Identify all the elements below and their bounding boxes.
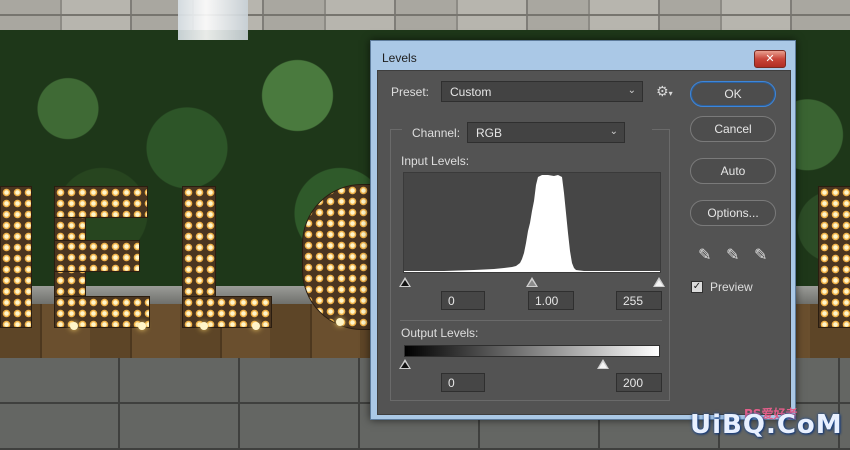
dialog-titlebar[interactable]: Levels ✕ — [371, 41, 795, 69]
auto-button[interactable]: Auto — [690, 158, 776, 184]
options-button[interactable]: Options... — [690, 200, 776, 226]
histogram-bars — [404, 175, 660, 272]
fountain-water — [178, 0, 248, 40]
channel-label: Channel: — [412, 126, 461, 140]
marquee-letter-e-top — [54, 186, 148, 218]
bulb-light — [336, 318, 344, 326]
marquee-letter-right — [818, 186, 850, 328]
preset-value: Custom — [450, 85, 492, 99]
input-white-slider[interactable] — [653, 277, 665, 287]
gray-point-eyedropper-icon[interactable]: ✎ — [726, 245, 739, 264]
wall-joint — [0, 14, 850, 16]
histogram — [403, 172, 661, 273]
output-white-slider[interactable] — [597, 359, 609, 369]
chevron-down-icon: ⌄ — [627, 85, 636, 96]
output-gradient-bar — [404, 345, 660, 357]
bulb-light — [70, 322, 78, 330]
cancel-button[interactable]: Cancel — [690, 116, 776, 142]
close-button[interactable]: ✕ — [754, 50, 786, 68]
output-black-slider[interactable] — [399, 359, 411, 369]
output-black-field[interactable]: 0 — [441, 373, 485, 392]
dialog-body: Preset: Custom ⌄ ⚙▾ Channel: RGB ⌄ Input… — [377, 70, 791, 415]
input-levels-label: Input Levels: — [401, 154, 470, 168]
chevron-down-icon: ⌄ — [609, 126, 618, 137]
preview-label[interactable]: Preview — [710, 280, 753, 294]
histogram-graph — [404, 175, 660, 272]
white-point-eyedropper-icon[interactable]: ✎ — [754, 245, 767, 264]
dialog-title: Levels — [382, 51, 417, 65]
marquee-letter-e-bottom — [54, 296, 150, 328]
preset-options-gear-icon[interactable]: ⚙▾ — [656, 84, 673, 100]
output-white-field[interactable]: 200 — [616, 373, 662, 392]
watermark-logo: UiBQ.CoM — [690, 410, 843, 440]
input-black-slider[interactable] — [399, 277, 411, 287]
channel-value: RGB — [476, 126, 503, 140]
bulb-light — [138, 322, 146, 330]
input-white-field[interactable]: 255 — [616, 291, 662, 310]
black-point-eyedropper-icon[interactable]: ✎ — [698, 245, 711, 264]
ok-button[interactable]: OK — [690, 81, 776, 107]
close-icon: ✕ — [765, 52, 775, 65]
section-divider — [400, 320, 662, 321]
input-gamma-field[interactable]: 1.00 — [528, 291, 574, 310]
preset-dropdown[interactable]: Custom ⌄ — [441, 81, 643, 102]
preset-label: Preset: — [391, 85, 430, 99]
input-gamma-slider[interactable] — [526, 277, 538, 287]
marquee-letter-part — [0, 186, 32, 328]
levels-dialog: Levels ✕ Preset: Custom ⌄ ⚙▾ Channel: RG… — [370, 40, 796, 420]
output-levels-label: Output Levels: — [401, 326, 479, 340]
preview-checkbox[interactable]: ✓ — [691, 281, 703, 293]
marquee-letter-e-mid — [54, 240, 140, 272]
bulb-light — [200, 322, 208, 330]
input-black-field[interactable]: 0 — [441, 291, 485, 310]
bulb-light — [252, 322, 260, 330]
channel-dropdown[interactable]: RGB ⌄ — [467, 122, 625, 143]
